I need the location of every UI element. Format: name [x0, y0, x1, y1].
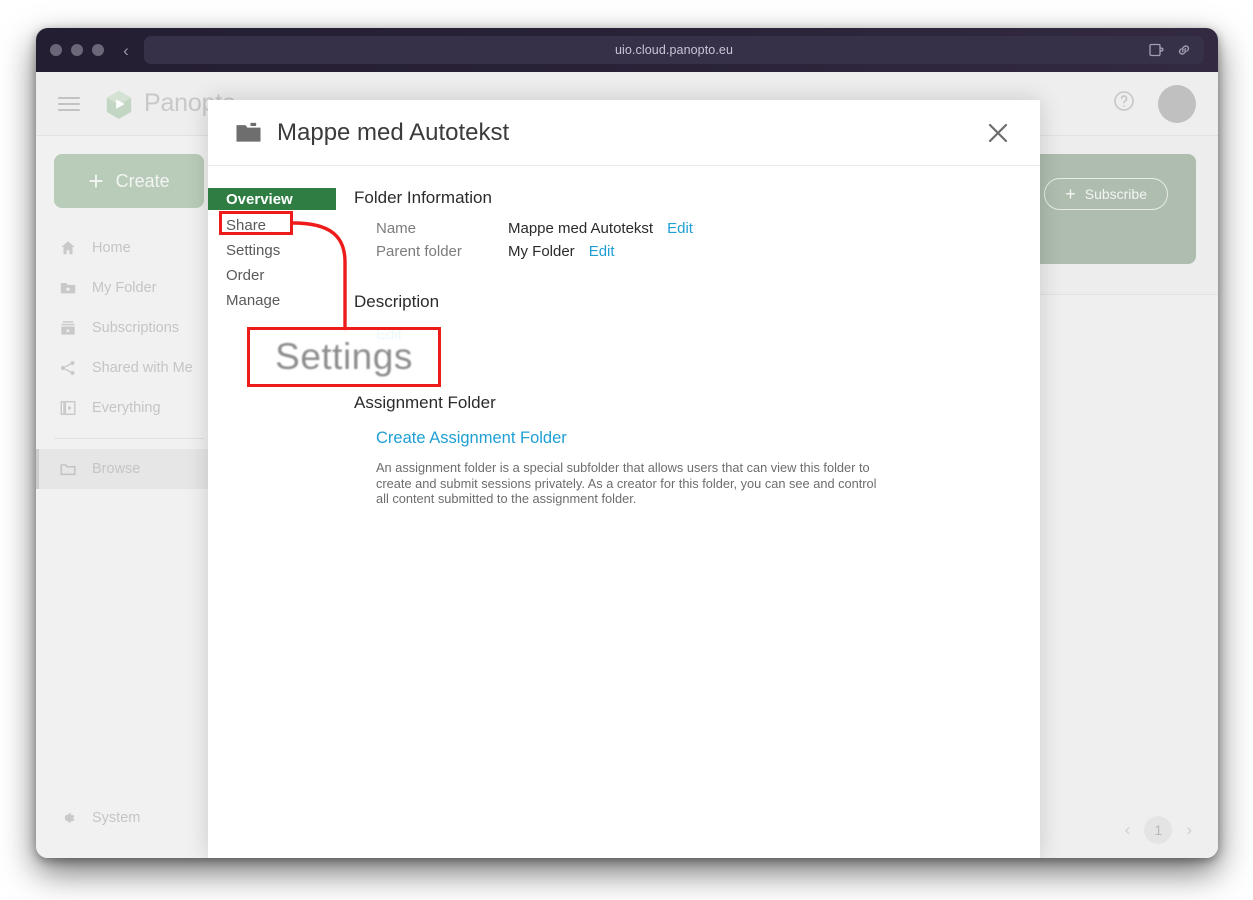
page-number[interactable]: 1 — [1144, 816, 1173, 844]
subscribe-button-label: Subscribe — [1084, 186, 1147, 202]
sidebar-item-label: Everything — [92, 400, 161, 416]
subscriptions-icon — [58, 318, 78, 338]
description-section: Description Edit — [354, 292, 1014, 343]
modal-nav-label: Order — [226, 267, 265, 284]
modal-nav-label: Settings — [226, 242, 281, 259]
modal-nav-label: Overview — [226, 190, 293, 208]
sidebar-item-browse[interactable]: Browse — [36, 449, 222, 489]
sidebar-item-everything[interactable]: Everything — [36, 388, 222, 428]
sidebar-item-label: My Folder — [92, 280, 157, 296]
extension-puzzle-icon[interactable] — [1148, 42, 1164, 58]
app-sidebar: + Create Home My Folder Subscriptions Sh… — [36, 136, 222, 858]
modal-sidebar-nav: Overview Share Settings Order Manage — [208, 188, 336, 507]
parent-folder-label: Parent folder — [376, 243, 462, 260]
browser-window: ‹ uio.cloud.panopto.eu Panopto + Create … — [36, 28, 1218, 858]
video-library-icon — [58, 398, 78, 418]
description-heading: Description — [354, 292, 440, 311]
chevron-right-icon[interactable]: › — [1182, 820, 1196, 840]
sidebar-item-system[interactable]: System — [36, 798, 222, 838]
user-avatar[interactable] — [1158, 84, 1196, 123]
modal-nav-overview[interactable]: Overview — [208, 188, 336, 210]
pagination: ‹ 1 › — [1121, 816, 1196, 844]
gear-icon — [58, 808, 78, 828]
create-button-label: Create — [115, 170, 170, 191]
folder-star-icon — [58, 278, 78, 298]
sidebar-item-subscriptions[interactable]: Subscriptions — [36, 308, 222, 348]
subscribe-button[interactable]: + Subscribe — [1044, 178, 1168, 210]
modal-header: Mappe med Autotekst — [208, 100, 1040, 166]
sidebar-item-home[interactable]: Home — [36, 228, 222, 268]
folder-outline-icon — [58, 459, 78, 479]
close-x-icon[interactable] — [982, 117, 1014, 149]
parent-folder-value: My Folder — [508, 243, 575, 260]
sidebar-item-shared-with-me[interactable]: Shared with Me — [36, 348, 222, 388]
url-text: uio.cloud.panopto.eu — [614, 43, 734, 57]
chevron-left-icon[interactable]: ‹ — [1121, 820, 1135, 840]
plus-icon: + — [88, 166, 104, 196]
sidebar-item-label: Browse — [92, 461, 141, 477]
modal-title: Mappe med Autotekst — [277, 118, 510, 146]
assignment-folder-heading: Assignment Folder — [354, 393, 496, 412]
modal-nav-label: Share — [226, 217, 267, 234]
modal-nav-manage[interactable]: Manage — [208, 288, 336, 313]
sidebar-item-label: Home — [92, 240, 131, 256]
address-bar[interactable]: uio.cloud.panopto.eu — [144, 36, 1204, 64]
screenshot-root: ‹ uio.cloud.panopto.eu Panopto + Create … — [0, 0, 1253, 900]
assignment-folder-description: An assignment folder is a special subfol… — [376, 460, 877, 507]
sidebar-item-my-folder[interactable]: My Folder — [36, 268, 222, 308]
share-icon — [58, 358, 78, 378]
folder-name-row: Name Mappe med Autotekst Edit — [376, 220, 1014, 237]
edit-description-link[interactable]: Edit — [376, 326, 1014, 343]
modal-body: Overview Share Settings Order Manage Fol… — [208, 166, 1040, 507]
close-window-dot[interactable] — [50, 44, 62, 56]
help-circle-icon[interactable] — [1112, 89, 1136, 118]
create-button[interactable]: + Create — [54, 154, 204, 208]
minimize-window-dot[interactable] — [71, 44, 83, 56]
sidebar-item-label: Shared with Me — [92, 360, 193, 376]
window-traffic-lights[interactable] — [50, 44, 104, 56]
panopto-hex-icon — [106, 90, 132, 119]
link-icon[interactable] — [1176, 42, 1192, 58]
parent-folder-row: Parent folder My Folder Edit — [376, 243, 1014, 260]
edit-parent-folder-link[interactable]: Edit — [589, 243, 615, 260]
folder-name-value: Mappe med Autotekst — [508, 220, 654, 237]
edit-folder-name-link[interactable]: Edit — [667, 220, 693, 237]
sidebar-item-label: System — [92, 810, 141, 826]
chevron-left-icon[interactable]: ‹ — [116, 40, 136, 60]
home-icon — [58, 238, 78, 258]
browser-titlebar: ‹ uio.cloud.panopto.eu — [36, 28, 1218, 72]
modal-nav-settings[interactable]: Settings — [208, 238, 336, 263]
plus-icon: + — [1065, 184, 1076, 204]
modal-nav-label: Manage — [226, 292, 281, 309]
folder-name-label: Name — [376, 220, 417, 237]
create-assignment-folder-link[interactable]: Create Assignment Folder — [376, 429, 1014, 448]
web-page: Panopto + Create Home My Folder Subscrip… — [36, 72, 1218, 858]
hamburger-menu-icon[interactable] — [58, 96, 80, 111]
sidebar-divider — [54, 438, 204, 439]
folder-icon — [236, 122, 261, 144]
modal-nav-order[interactable]: Order — [208, 263, 336, 288]
assignment-folder-section: Assignment Folder Create Assignment Fold… — [354, 393, 1014, 507]
folder-settings-modal: Mappe med Autotekst Overview Share Setti… — [208, 100, 1040, 858]
modal-content: Folder Information Name Mappe med Autote… — [336, 188, 1040, 507]
folder-information-heading: Folder Information — [354, 188, 492, 207]
modal-nav-share[interactable]: Share — [208, 213, 336, 238]
sidebar-item-label: Subscriptions — [92, 320, 180, 336]
maximize-window-dot[interactable] — [92, 44, 104, 56]
